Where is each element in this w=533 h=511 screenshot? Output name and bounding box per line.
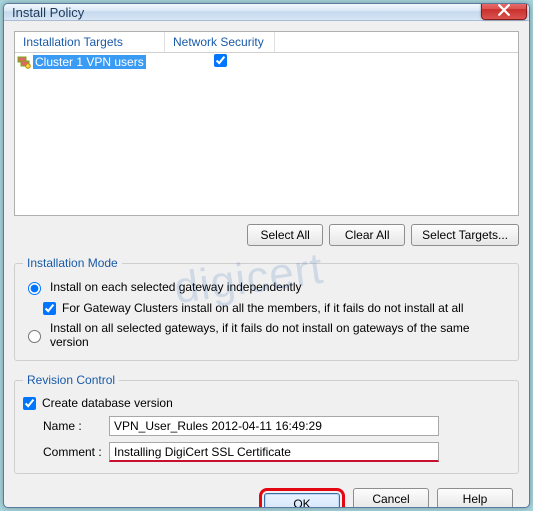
- clear-all-button[interactable]: Clear All: [329, 224, 405, 246]
- list-button-row: Select All Clear All Select Targets...: [14, 216, 519, 252]
- gateway-cluster-icon: [17, 55, 31, 69]
- comment-field[interactable]: [109, 442, 439, 462]
- close-button[interactable]: [481, 3, 527, 20]
- radio-install-independent-label: Install on each selected gateway indepen…: [50, 280, 302, 294]
- dialog-button-row: OK Cancel Help: [14, 482, 519, 508]
- install-policy-dialog: Install Policy Installation Targets Netw…: [3, 3, 530, 508]
- radio-install-all[interactable]: [28, 330, 41, 343]
- cancel-button[interactable]: Cancel: [353, 488, 429, 508]
- list-body: Cluster 1 VPN users: [15, 53, 518, 215]
- dialog-content: Installation Targets Network Security Cl…: [4, 21, 529, 508]
- ok-highlight: OK: [259, 488, 345, 508]
- radio-install-all-label: Install on all selected gateways, if it …: [50, 321, 510, 349]
- radio-install-independent[interactable]: [28, 282, 41, 295]
- revision-control-legend: Revision Control: [23, 373, 119, 387]
- help-button[interactable]: Help: [437, 488, 513, 508]
- installation-mode-group: Installation Mode Install on each select…: [14, 256, 519, 361]
- ok-button[interactable]: OK: [264, 493, 340, 508]
- target-name: Cluster 1 VPN users: [33, 55, 146, 69]
- checkbox-gateway-clusters-label: For Gateway Clusters install on all the …: [62, 301, 464, 315]
- comment-label: Comment :: [43, 445, 103, 459]
- installation-mode-legend: Installation Mode: [23, 256, 122, 270]
- select-targets-button[interactable]: Select Targets...: [411, 224, 519, 246]
- network-security-checkbox[interactable]: [214, 54, 227, 67]
- list-header: Installation Targets Network Security: [15, 32, 518, 53]
- titlebar[interactable]: Install Policy: [4, 4, 529, 21]
- close-icon: [498, 4, 510, 16]
- column-installation-targets[interactable]: Installation Targets: [15, 32, 165, 52]
- checkbox-create-db-version-label: Create database version: [42, 396, 173, 410]
- checkbox-create-db-version[interactable]: [23, 397, 36, 410]
- select-all-button[interactable]: Select All: [247, 224, 323, 246]
- table-row[interactable]: Cluster 1 VPN users: [15, 53, 518, 71]
- revision-control-group: Revision Control Create database version…: [14, 373, 519, 474]
- targets-list: Installation Targets Network Security Cl…: [14, 31, 519, 216]
- name-label: Name :: [43, 419, 103, 433]
- column-network-security[interactable]: Network Security: [165, 32, 275, 52]
- window-title: Install Policy: [12, 5, 481, 20]
- checkbox-gateway-clusters[interactable]: [43, 302, 56, 315]
- name-field[interactable]: [109, 416, 439, 436]
